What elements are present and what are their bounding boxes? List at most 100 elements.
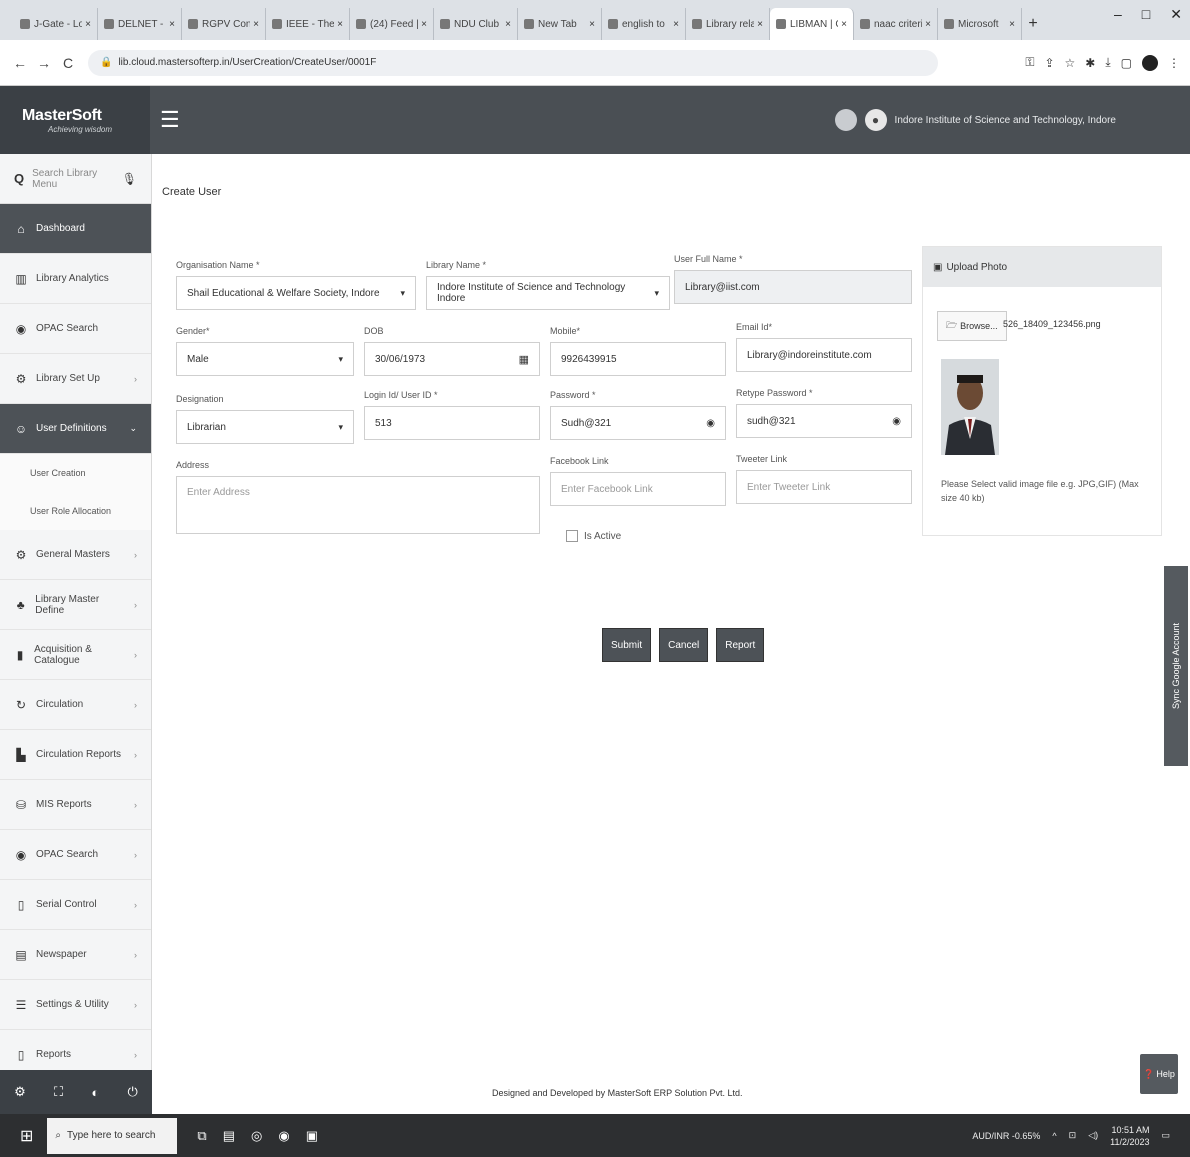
- edge-icon[interactable]: ◉: [278, 1128, 289, 1144]
- sidebar-item[interactable]: ♣ Library Master Define ›: [0, 580, 151, 630]
- address-textarea[interactable]: Enter Address: [176, 476, 540, 534]
- currency-ticker[interactable]: AUD/INR -0.65%: [972, 1131, 1040, 1141]
- network-icon[interactable]: ⊡: [1069, 1130, 1077, 1141]
- sidepanel-icon[interactable]: ▢: [1121, 56, 1132, 70]
- browser-tab[interactable]: naac criteri ×: [854, 8, 938, 40]
- sidebar-item[interactable]: ⛁ MIS Reports ›: [0, 780, 151, 830]
- help-button[interactable]: ❓ Help: [1140, 1054, 1178, 1094]
- sidebar-item[interactable]: ☰ Settings & Utility ›: [0, 980, 151, 1030]
- eye-off-icon[interactable]: ◐: [91, 1085, 99, 1100]
- twitter-field[interactable]: Enter Tweeter Link: [736, 470, 912, 504]
- browser-tab[interactable]: Microsoft ×: [938, 8, 1022, 40]
- calendar-icon[interactable]: ▦: [519, 353, 529, 366]
- gender-select[interactable]: Male ▾: [176, 342, 354, 376]
- dob-field[interactable]: 30/06/1973 ▦: [364, 342, 540, 376]
- browse-button[interactable]: 🗁 Browse...: [937, 311, 1007, 341]
- new-tab-button[interactable]: +: [1022, 8, 1044, 40]
- sidebar-subitem[interactable]: User Creation: [0, 454, 151, 492]
- download-icon[interactable]: ⤓: [1105, 55, 1110, 70]
- sidebar-item[interactable]: ☺ User Definitions ⌄: [0, 404, 151, 454]
- cancel-button[interactable]: Cancel: [659, 628, 709, 662]
- close-tab-icon[interactable]: ×: [253, 19, 259, 30]
- eye-icon[interactable]: ◉: [892, 416, 901, 427]
- sidebar-item[interactable]: ⚙ General Masters ›: [0, 530, 151, 580]
- fullscreen-icon[interactable]: ⛶: [54, 1084, 63, 1100]
- sidebar-item[interactable]: ⌂ Dashboard: [0, 204, 151, 254]
- designation-select[interactable]: Librarian ▾: [176, 410, 354, 444]
- key-icon[interactable]: ⚿: [1025, 55, 1034, 70]
- profile-avatar[interactable]: [1142, 54, 1158, 71]
- browser-tab[interactable]: RGPV Cons×: [182, 8, 266, 40]
- password-field[interactable]: Sudh@321 ◉: [550, 406, 726, 440]
- power-icon[interactable]: ⏻: [128, 1084, 138, 1100]
- sidebar-item[interactable]: ⚙ Library Set Up ›: [0, 354, 151, 404]
- chrome-icon[interactable]: ◎: [251, 1128, 262, 1144]
- browser-tab[interactable]: New Tab ×: [518, 8, 602, 40]
- browser-tab[interactable]: J-Gate - Lo ×: [14, 8, 98, 40]
- report-button[interactable]: Report: [716, 628, 765, 662]
- forward-icon[interactable]: →: [34, 55, 54, 71]
- loginid-field[interactable]: 513: [364, 406, 540, 440]
- close-tab-icon[interactable]: ×: [589, 19, 595, 30]
- retype-password-field[interactable]: sudh@321 ◉: [736, 404, 912, 438]
- sidebar-item[interactable]: ↻ Circulation ›: [0, 680, 151, 730]
- settings-icon[interactable]: ⚙: [14, 1084, 26, 1100]
- sidebar-item[interactable]: ▥ Library Analytics: [0, 254, 151, 304]
- sidebar-item[interactable]: ▤ Newspaper ›: [0, 930, 151, 980]
- minimize-icon[interactable]: –: [1114, 6, 1122, 23]
- restore-icon[interactable]: □: [1142, 6, 1150, 23]
- sidebar-subitem[interactable]: User Role Allocation: [0, 492, 151, 530]
- clock[interactable]: 10:51 AM 11/2/2023: [1110, 1124, 1149, 1148]
- sidebar-item[interactable]: ▮ Acquisition & Catalogue ›: [0, 630, 151, 680]
- store-icon[interactable]: ▣: [306, 1128, 318, 1144]
- menu-icon[interactable]: ⋮: [1168, 56, 1180, 70]
- close-tab-icon[interactable]: ×: [757, 19, 763, 30]
- email-field[interactable]: Library@indoreinstitute.com: [736, 338, 912, 372]
- sidebar-item[interactable]: ▯ Serial Control ›: [0, 880, 151, 930]
- is-active-checkbox[interactable]: [566, 530, 578, 542]
- is-active-row[interactable]: Is Active: [566, 530, 621, 542]
- brand-logo[interactable]: MasterSoft Achieving wisdom: [0, 86, 150, 154]
- close-tab-icon[interactable]: ×: [925, 19, 931, 30]
- library-select[interactable]: Indore Institute of Science and Technolo…: [426, 276, 670, 310]
- taskbar-search[interactable]: ⌕ Type here to search: [47, 1117, 178, 1154]
- sidebar-item[interactable]: ◉ OPAC Search: [0, 304, 151, 354]
- browser-tab[interactable]: DELNET - I ×: [98, 8, 182, 40]
- browser-tab[interactable]: Library rela ×: [686, 8, 770, 40]
- close-tab-icon[interactable]: ×: [505, 19, 511, 30]
- url-field[interactable]: 🔒 lib.cloud.mastersofterp.in/UserCreatio…: [88, 49, 938, 76]
- file-explorer-icon[interactable]: ▤: [223, 1128, 235, 1144]
- user-avatar-icon[interactable]: ●: [864, 109, 887, 131]
- institute-name[interactable]: Indore Institute of Science and Technolo…: [895, 115, 1116, 126]
- extensions-icon[interactable]: ✱: [1085, 56, 1095, 70]
- reload-icon[interactable]: C: [58, 55, 78, 71]
- browser-tab[interactable]: NDU Club ×: [434, 8, 518, 40]
- windows-start-icon[interactable]: ⊞: [20, 1126, 33, 1146]
- org-select[interactable]: Shail Educational & Welfare Society, Ind…: [176, 276, 416, 310]
- notifications-icon[interactable]: ▭: [1161, 1130, 1170, 1141]
- fullname-field[interactable]: Library@iist.com: [674, 270, 912, 304]
- sidebar-search[interactable]: Q Search Library Menu 🎙: [0, 154, 151, 204]
- task-view-icon[interactable]: ⧉: [197, 1128, 206, 1144]
- close-tab-icon[interactable]: ×: [85, 19, 91, 30]
- sidebar-item[interactable]: ◉ OPAC Search ›: [0, 830, 151, 880]
- facebook-field[interactable]: Enter Facebook Link: [550, 472, 726, 506]
- sidebar-item[interactable]: ▙ Circulation Reports ›: [0, 730, 151, 780]
- back-icon[interactable]: ←: [10, 55, 30, 71]
- hamburger-menu-icon[interactable]: ☰: [160, 107, 180, 133]
- microphone-icon[interactable]: 🎙: [122, 172, 137, 186]
- close-tab-icon[interactable]: ×: [337, 19, 343, 30]
- submit-button[interactable]: Submit: [602, 628, 652, 662]
- close-tab-icon[interactable]: ×: [841, 19, 847, 30]
- share-icon[interactable]: ⇪: [1044, 56, 1054, 70]
- eye-icon[interactable]: ◉: [706, 418, 715, 429]
- browser-tab[interactable]: (24) Feed | ×: [350, 8, 434, 40]
- close-tab-icon[interactable]: ×: [673, 19, 679, 30]
- volume-icon[interactable]: ◁): [1088, 1130, 1098, 1141]
- close-tab-icon[interactable]: ×: [421, 19, 427, 30]
- sync-google-account-tab[interactable]: Sync Google Account: [1164, 566, 1188, 766]
- browser-tab[interactable]: IEEE - The ×: [266, 8, 350, 40]
- close-tab-icon[interactable]: ×: [169, 19, 175, 30]
- tray-chevron-icon[interactable]: ^: [1052, 1131, 1056, 1141]
- star-icon[interactable]: ☆: [1065, 56, 1076, 70]
